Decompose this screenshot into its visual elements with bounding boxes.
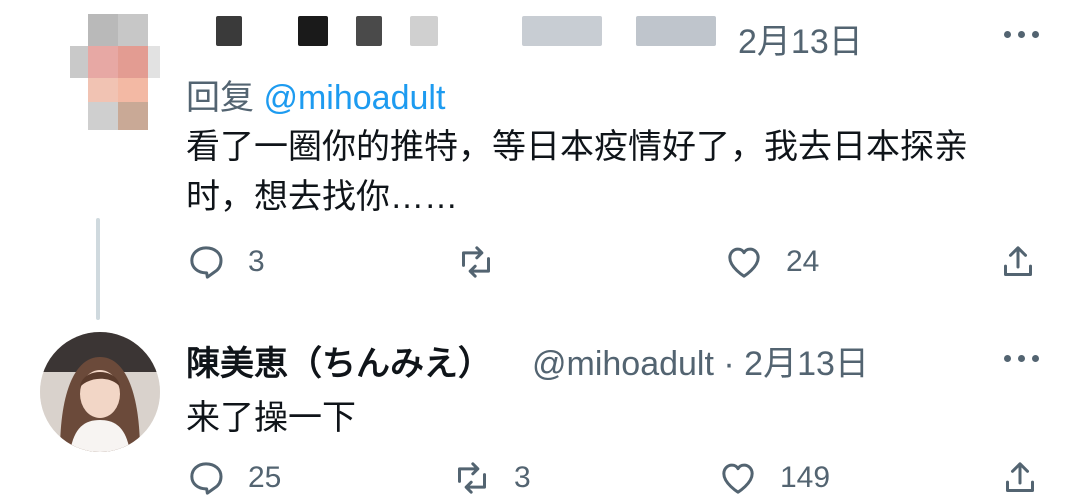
tweet-text-line: 看了一圈你的推特，等日本疫情好了，我去日本探亲 — [186, 128, 968, 166]
tweet-text-line: 时，想去找你…… — [186, 178, 458, 216]
reply-count: 25 — [248, 461, 282, 494]
retweet-button[interactable]: 3 — [452, 458, 531, 498]
share-icon — [1004, 246, 1032, 276]
like-icon — [722, 463, 754, 494]
like-button[interactable]: 24 — [724, 242, 819, 282]
like-button[interactable]: 149 — [718, 458, 830, 498]
reply-button[interactable]: 25 — [186, 458, 281, 498]
thread-connector — [96, 218, 100, 320]
display-name[interactable]: 陳美恵（ちんみえ） — [186, 336, 492, 385]
separator-dot: · — [723, 345, 745, 383]
share-button[interactable] — [998, 242, 1038, 282]
reply-label: 回复 — [186, 79, 254, 117]
like-icon — [728, 247, 760, 278]
more-icon[interactable] — [1002, 24, 1042, 44]
more-icon[interactable] — [1002, 348, 1042, 368]
reply-context: 回复 @mihoadult — [186, 70, 445, 119]
avatar[interactable] — [40, 332, 160, 452]
share-button[interactable] — [1000, 458, 1040, 498]
like-count: 149 — [780, 461, 831, 494]
handle-and-date: @mihoadult · 2月13日 — [532, 336, 869, 385]
reply-mention-link[interactable]: @mihoadult — [263, 79, 445, 117]
reply-icon — [190, 246, 223, 279]
tweet-date[interactable]: 2月13日 — [744, 345, 869, 383]
retweet-count: 3 — [514, 461, 531, 494]
retweet-icon — [462, 246, 490, 278]
reply-count: 3 — [248, 245, 265, 278]
avatar-censored[interactable] — [40, 6, 160, 130]
retweet-icon — [458, 462, 486, 494]
tweet-date[interactable]: 2月13日 — [738, 14, 863, 63]
tweet-text: 来了操一下 — [186, 399, 356, 437]
tweet-text: 看了一圈你的推特，等日本疫情好了，我去日本探亲 时，想去找你…… — [186, 122, 1006, 222]
like-count: 24 — [786, 245, 820, 278]
reply-icon — [190, 462, 223, 495]
reply-button[interactable]: 3 — [186, 242, 265, 282]
retweet-button[interactable] — [456, 242, 496, 282]
handle[interactable]: @mihoadult — [532, 345, 714, 383]
avatar-photo — [40, 332, 160, 452]
share-icon — [1006, 462, 1034, 492]
